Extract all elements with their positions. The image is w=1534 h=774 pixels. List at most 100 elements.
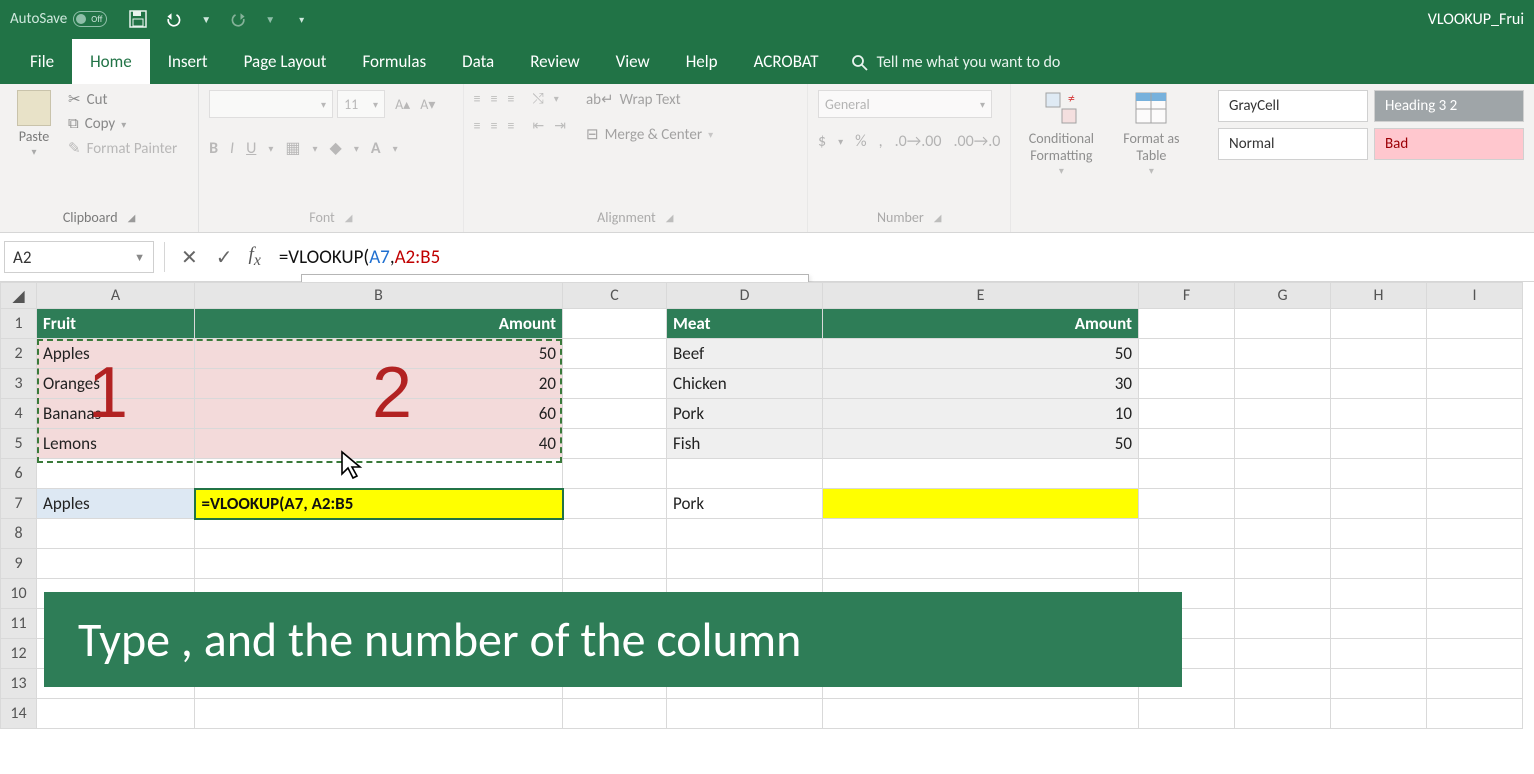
cell[interactable] — [1139, 399, 1235, 429]
cell[interactable] — [1235, 459, 1331, 489]
dialog-launcher-icon[interactable]: ◢ — [666, 211, 674, 224]
cell[interactable] — [667, 519, 823, 549]
cell[interactable] — [823, 699, 1139, 729]
cell[interactable] — [1331, 639, 1427, 669]
cell[interactable] — [563, 519, 667, 549]
col-header-A[interactable]: A — [37, 283, 195, 309]
decrease-font-icon[interactable]: A▾ — [420, 96, 435, 113]
cell[interactable] — [1235, 639, 1331, 669]
dialog-launcher-icon[interactable]: ◢ — [128, 211, 136, 224]
cell[interactable] — [1139, 429, 1235, 459]
cell[interactable] — [1427, 369, 1523, 399]
row-header-10[interactable]: 10 — [1, 579, 37, 609]
save-icon[interactable] — [129, 10, 147, 28]
cell-lookup-value-1[interactable]: Apples — [37, 489, 195, 519]
undo-dropdown-icon[interactable]: ▼ — [201, 13, 211, 26]
format-as-table-button[interactable]: Format as Table▾ — [1111, 90, 1191, 177]
number-format-combo[interactable]: General▾ — [818, 90, 992, 118]
tab-insert[interactable]: Insert — [150, 39, 226, 84]
col-header-C[interactable]: C — [563, 283, 667, 309]
cell[interactable]: 10 — [823, 399, 1139, 429]
cell[interactable]: Fish — [667, 429, 823, 459]
tab-home[interactable]: Home — [72, 39, 150, 84]
cell[interactable] — [1235, 549, 1331, 579]
dialog-launcher-icon[interactable]: ◢ — [934, 211, 942, 224]
tab-file[interactable]: File — [12, 39, 72, 84]
name-box[interactable]: A2 ▼ — [4, 241, 154, 273]
cell[interactable]: 60 — [195, 399, 563, 429]
col-header-B[interactable]: B — [195, 283, 563, 309]
cell[interactable]: Oranges — [37, 369, 195, 399]
row-header-11[interactable]: 11 — [1, 609, 37, 639]
align-right-icon[interactable]: ≡ — [508, 117, 515, 134]
align-middle-icon[interactable]: ≡ — [491, 90, 498, 107]
cell[interactable]: Chicken — [667, 369, 823, 399]
cell[interactable]: Lemons — [37, 429, 195, 459]
tab-page-layout[interactable]: Page Layout — [226, 39, 345, 84]
cell[interactable] — [1139, 489, 1235, 519]
cell[interactable] — [1139, 459, 1235, 489]
cell[interactable] — [1427, 519, 1523, 549]
cell-result-2[interactable] — [823, 489, 1139, 519]
row-header-2[interactable]: 2 — [1, 339, 37, 369]
cell[interactable] — [1235, 669, 1331, 699]
cell[interactable] — [1235, 339, 1331, 369]
tab-formulas[interactable]: Formulas — [344, 39, 444, 84]
align-top-icon[interactable]: ≡ — [474, 90, 481, 107]
autosave-switch[interactable]: Off — [73, 11, 107, 27]
cell[interactable] — [1331, 339, 1427, 369]
cell[interactable] — [195, 699, 563, 729]
cell[interactable]: 40 — [195, 429, 563, 459]
row-header-14[interactable]: 14 — [1, 699, 37, 729]
cell[interactable] — [37, 459, 195, 489]
cell[interactable] — [37, 519, 195, 549]
col-header-F[interactable]: F — [1139, 283, 1235, 309]
cell[interactable] — [1235, 699, 1331, 729]
cell[interactable] — [1331, 489, 1427, 519]
cell[interactable] — [1331, 459, 1427, 489]
align-center-icon[interactable]: ≡ — [491, 117, 498, 134]
style-graycell[interactable]: GrayCell — [1218, 90, 1368, 122]
cell[interactable] — [1331, 669, 1427, 699]
tab-review[interactable]: Review — [512, 39, 597, 84]
row-header-3[interactable]: 3 — [1, 369, 37, 399]
cut-button[interactable]: ✂Cut — [68, 90, 177, 109]
col-header-G[interactable]: G — [1235, 283, 1331, 309]
cell[interactable] — [1139, 309, 1235, 339]
cell[interactable] — [1427, 429, 1523, 459]
cell[interactable] — [1427, 399, 1523, 429]
wrap-text-button[interactable]: ab↵Wrap Text — [586, 90, 713, 109]
cell[interactable] — [1427, 609, 1523, 639]
cell[interactable]: 50 — [823, 429, 1139, 459]
row-header-7[interactable]: 7 — [1, 489, 37, 519]
cell[interactable] — [1139, 519, 1235, 549]
autosave-toggle[interactable]: AutoSave Off — [10, 10, 107, 28]
col-header-E[interactable]: E — [823, 283, 1139, 309]
cell-lookup-value-2[interactable]: Pork — [667, 489, 823, 519]
italic-button[interactable]: I — [230, 139, 234, 158]
tab-data[interactable]: Data — [444, 39, 512, 84]
cell[interactable] — [1331, 429, 1427, 459]
font-color-button[interactable]: A — [371, 139, 381, 158]
cell[interactable] — [563, 369, 667, 399]
fill-color-button[interactable]: ◆ — [330, 138, 342, 158]
merge-center-button[interactable]: ⊟Merge & Center▾ — [586, 125, 713, 144]
cell-active-formula[interactable]: =VLOOKUP(A7, A2:B5 — [195, 489, 563, 519]
cell[interactable]: Amount — [195, 309, 563, 339]
cell[interactable] — [1331, 699, 1427, 729]
accounting-format-icon[interactable]: $ — [818, 132, 826, 151]
format-painter-button[interactable]: ✎Format Painter — [68, 139, 177, 158]
cell[interactable]: Bananas — [37, 399, 195, 429]
style-heading-3-2[interactable]: Heading 3 2 — [1374, 90, 1524, 122]
cell[interactable] — [195, 549, 563, 579]
cell[interactable] — [823, 459, 1139, 489]
cell[interactable] — [563, 399, 667, 429]
formula-input[interactable]: =VLOOKUP(A7, A2:B5 VLOOKUP(lookup_value,… — [279, 242, 1534, 272]
cell[interactable]: 20 — [195, 369, 563, 399]
cell[interactable]: 30 — [823, 369, 1139, 399]
cell[interactable] — [1235, 489, 1331, 519]
cell[interactable] — [1427, 639, 1523, 669]
font-name-combo[interactable]: ▾ — [209, 90, 333, 118]
paste-button[interactable]: Paste ▾ — [10, 90, 58, 158]
align-left-icon[interactable]: ≡ — [474, 117, 481, 134]
